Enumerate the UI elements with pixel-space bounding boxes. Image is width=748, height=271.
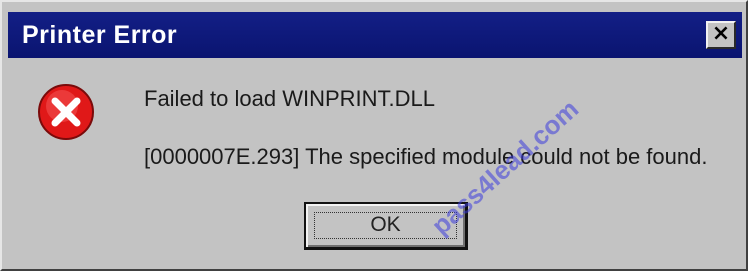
close-button[interactable]: × <box>706 21 736 49</box>
error-detail: [0000007E.293] The specified module coul… <box>144 144 708 169</box>
ok-button-label: OK <box>370 213 401 236</box>
dialog-title: Printer Error <box>22 21 178 49</box>
close-icon: × <box>711 21 731 46</box>
error-message: Failed to load WINPRINT.DLL <box>144 86 435 111</box>
printer-error-dialog: Printer Error × Failed to load WINPRINT.… <box>0 0 748 271</box>
title-bar: Printer Error × <box>8 12 742 58</box>
error-icon <box>38 84 94 140</box>
ok-button[interactable]: OK <box>304 202 468 250</box>
